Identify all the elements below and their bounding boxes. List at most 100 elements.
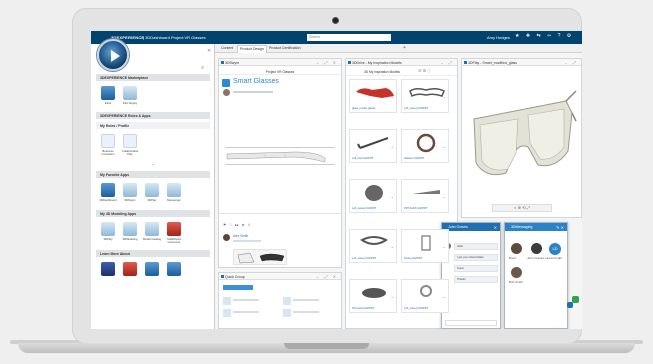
search-icon[interactable]: ⌕ — [201, 65, 204, 72]
section-learn-more[interactable]: Learn More About — [96, 250, 210, 257]
role-icon[interactable] — [101, 134, 115, 148]
chevron-down-icon[interactable]: ⌄ — [391, 94, 394, 99]
group-add-button[interactable] — [223, 285, 253, 290]
section-3d-modeling[interactable]: My 3D Modeling Apps — [96, 210, 210, 217]
comment-author[interactable]: Alex Smith — [233, 234, 248, 238]
author-avatar[interactable] — [223, 89, 230, 96]
contact-initials-avatar[interactable]: LD — [549, 243, 561, 255]
add-tab-icon[interactable]: + — [403, 45, 406, 51]
chevron-down-icon[interactable]: ⌄ — [391, 144, 394, 149]
search-input[interactable]: Search — [307, 34, 391, 41]
comment-avatar[interactable] — [223, 234, 230, 241]
widget-controls-icon[interactable]: ⌄ ⤢ — [564, 60, 578, 65]
chevron-down-icon[interactable]: ⌄ — [443, 194, 446, 199]
notification-badge[interactable] — [572, 296, 579, 303]
chat-input[interactable] — [445, 320, 497, 326]
drive-item[interactable]: ⌄ Spring SLDPRT — [401, 229, 449, 263]
drive-item[interactable]: ⌄ Loft_sweep SLDPRT — [401, 279, 449, 313]
learn-app-icon[interactable] — [101, 262, 115, 276]
divider — [219, 213, 341, 214]
view-options-icon[interactable]: ☰ ⊞ ⓘ — [418, 68, 431, 74]
model-thumbnail — [409, 87, 445, 98]
drive-item-label: Loft_sweep SLDPRT — [404, 107, 429, 110]
widget-title: 3DDrive - My Inspiration Models — [352, 60, 402, 65]
chat-header[interactable]: John Graves ✕ — [442, 223, 500, 231]
drive-item[interactable]: ⌄ PRT-SLDS SLDPRT — [401, 179, 449, 213]
widget-header: 3DSwym ⌄ ⤢ ✕ — [219, 59, 341, 66]
tab-product-design[interactable]: Product Design — [237, 45, 267, 53]
catalog-app-icon[interactable] — [145, 222, 159, 236]
comment-image[interactable] — [233, 249, 287, 265]
app-label: Part Supply — [122, 101, 138, 105]
widget-header: Quick Group ⌄ ⤢ ✕ — [219, 273, 341, 280]
member-avatar[interactable] — [223, 309, 231, 317]
chevron-down-icon[interactable]: ⌄ — [391, 194, 394, 199]
messenger-app-icon[interactable] — [167, 183, 181, 197]
model-thumbnail — [362, 288, 386, 298]
drive-item[interactable]: ⌄ Loft_sweep SLDPRT — [401, 79, 449, 113]
community-name[interactable]: Project VR Glasses — [219, 68, 341, 75]
solidworks-app-icon[interactable] — [167, 222, 181, 236]
close-icon[interactable]: ✎ ✕ — [556, 225, 564, 230]
section-roles-apps[interactable]: 3DEXPERIENCE Roles & Apps — [96, 112, 210, 119]
model-thumbnail — [356, 88, 394, 98]
play-app-icon[interactable] — [145, 183, 159, 197]
drive-item[interactable]: ⌄ glass_model_glass1 — [349, 79, 397, 113]
widget-controls-icon[interactable]: ⌄ ⤢ — [440, 60, 454, 65]
drive-item-label: PN-model SLDPRT — [352, 307, 375, 310]
chevron-down-icon[interactable]: ⌄ — [391, 294, 394, 299]
drive-item[interactable]: ⌄ Loft_sweep SLDPRT — [349, 179, 397, 213]
group-widget: Quick Group ⌄ ⤢ ✕ — [218, 272, 342, 329]
contact-avatar[interactable] — [511, 243, 522, 254]
close-icon[interactable]: ✕ — [494, 225, 497, 230]
dashboard-title[interactable]: | 3DDashboard Project:VR Glasses — [143, 35, 206, 40]
member-avatar[interactable] — [283, 297, 291, 305]
chat-header[interactable]: 3DMessaging ✎ ✕ — [505, 223, 567, 231]
section-marketplace[interactable]: 3DEXPERIENCE Marketplace — [96, 74, 210, 81]
tab-product-certification[interactable]: Product Certification — [267, 46, 303, 50]
contact-avatar[interactable] — [511, 267, 522, 278]
member-avatar[interactable] — [283, 309, 291, 317]
app-label: Messenger — [167, 198, 181, 202]
tab-content[interactable]: Content — [219, 46, 235, 50]
dashboard-app-icon[interactable] — [101, 183, 115, 197]
role-icon[interactable] — [123, 134, 137, 148]
chevron-down-icon[interactable]: ⌄ — [443, 244, 446, 249]
parts-app-icon[interactable] — [101, 86, 115, 100]
compass-icon[interactable] — [97, 39, 129, 71]
close-icon[interactable]: ✕ — [207, 48, 211, 54]
learn-app-icon[interactable] — [145, 262, 159, 276]
section-my-roles[interactable]: My Roles / Profile — [96, 122, 210, 129]
widget-controls-icon[interactable]: ⌄ ⤢ ✕ — [316, 274, 338, 279]
drive-item[interactable]: ⌄ PN-model SLDPRT — [349, 279, 397, 313]
chevron-down-icon[interactable]: ⌄ — [151, 161, 155, 167]
learn-app-icon[interactable] — [123, 262, 137, 276]
play-toolbar[interactable]: ◐ ⊕ ⟲ ⤢ — [492, 204, 552, 212]
section-favorite-apps[interactable]: My Favorite Apps — [96, 171, 210, 178]
chevron-down-icon[interactable]: ⌄ — [443, 94, 446, 99]
chevron-down-icon[interactable]: ⌄ — [443, 294, 446, 299]
drive-item[interactable]: ⌄ cuff_final SLDPRT — [349, 129, 397, 163]
user-name[interactable]: Amy Hodges — [487, 35, 510, 40]
swym-app-icon[interactable] — [123, 183, 137, 197]
role-label: Collaborative Play — [121, 149, 139, 156]
chevron-down-icon[interactable]: ⌄ — [391, 244, 394, 249]
folder-breadcrumb[interactable]: 3D My Inspiration Models — [346, 68, 457, 76]
learn-app-icon[interactable] — [167, 262, 181, 276]
widget-controls-icon[interactable]: ⌄ ⤢ ✕ — [316, 60, 338, 65]
contact-avatar[interactable] — [531, 243, 542, 254]
member-avatar[interactable] — [223, 297, 231, 305]
post-title[interactable]: Smart Glasses — [233, 78, 279, 85]
post-toolbar[interactable]: ⚑ ♡ ▸▸ ★ ⇪ — [223, 223, 341, 230]
drive-item[interactable]: ⌄ Glasses SLDPRT — [401, 129, 449, 163]
part-supply-app-icon[interactable] — [123, 86, 137, 100]
drive-item[interactable]: ⌄ Loft_sweep SLDPRT — [349, 229, 397, 263]
toolbar-icons[interactable]: ★ ✚ ⇆ ⇦ ? ⚙ — [515, 33, 574, 39]
chevron-down-icon[interactable]: ⌄ — [443, 144, 446, 149]
play-app-icon[interactable] — [101, 222, 115, 236]
widget-header: 3DPlay - Smart_modified_glass ⌄ ⤢ — [462, 59, 581, 66]
modeling-app-icon[interactable] — [123, 222, 137, 236]
model-thumbnail — [365, 185, 383, 201]
vr-glasses-3d-model[interactable] — [468, 81, 578, 191]
notification-badge[interactable] — [567, 302, 573, 308]
